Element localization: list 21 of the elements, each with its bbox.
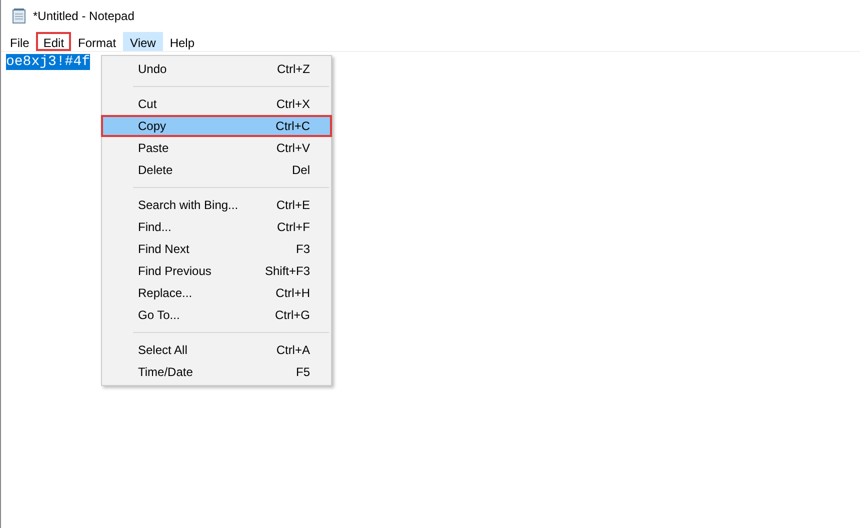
- menu-option[interactable]: Undo Ctrl+Z: [101, 58, 332, 80]
- notepad-icon: [11, 8, 27, 24]
- editor-text: oe8xj3!#4f: [6, 54, 90, 70]
- menu-option[interactable]: Select All Ctrl+A: [101, 339, 332, 361]
- menu-option[interactable]: Cut Ctrl+X: [101, 93, 332, 115]
- menu-option[interactable]: Time/Date F5: [101, 361, 332, 383]
- menu-item[interactable]: Format: [71, 32, 124, 51]
- menu-item[interactable]: File: [3, 32, 36, 51]
- menu-option[interactable]: Find... Ctrl+F: [101, 216, 332, 238]
- menu-option[interactable]: Copy Ctrl+C: [101, 115, 332, 137]
- menu-option[interactable]: Go To... Ctrl+G: [101, 304, 332, 326]
- menu-option[interactable]: Paste Ctrl+V: [101, 137, 332, 159]
- menu-item[interactable]: View: [123, 32, 163, 51]
- menu-option[interactable]: Search with Bing... Ctrl+E: [101, 194, 332, 216]
- menu-item[interactable]: Edit: [36, 32, 72, 51]
- menu-item[interactable]: Help: [162, 32, 202, 51]
- window-title: *Untitled - Notepad: [33, 8, 134, 25]
- menu-option[interactable]: Delete Del: [101, 159, 332, 181]
- menu-option[interactable]: Find Previous Shift+F3: [101, 260, 332, 282]
- menu-option[interactable]: Replace... Ctrl+H: [101, 282, 332, 304]
- menu-option[interactable]: Find Next F3: [101, 238, 332, 260]
